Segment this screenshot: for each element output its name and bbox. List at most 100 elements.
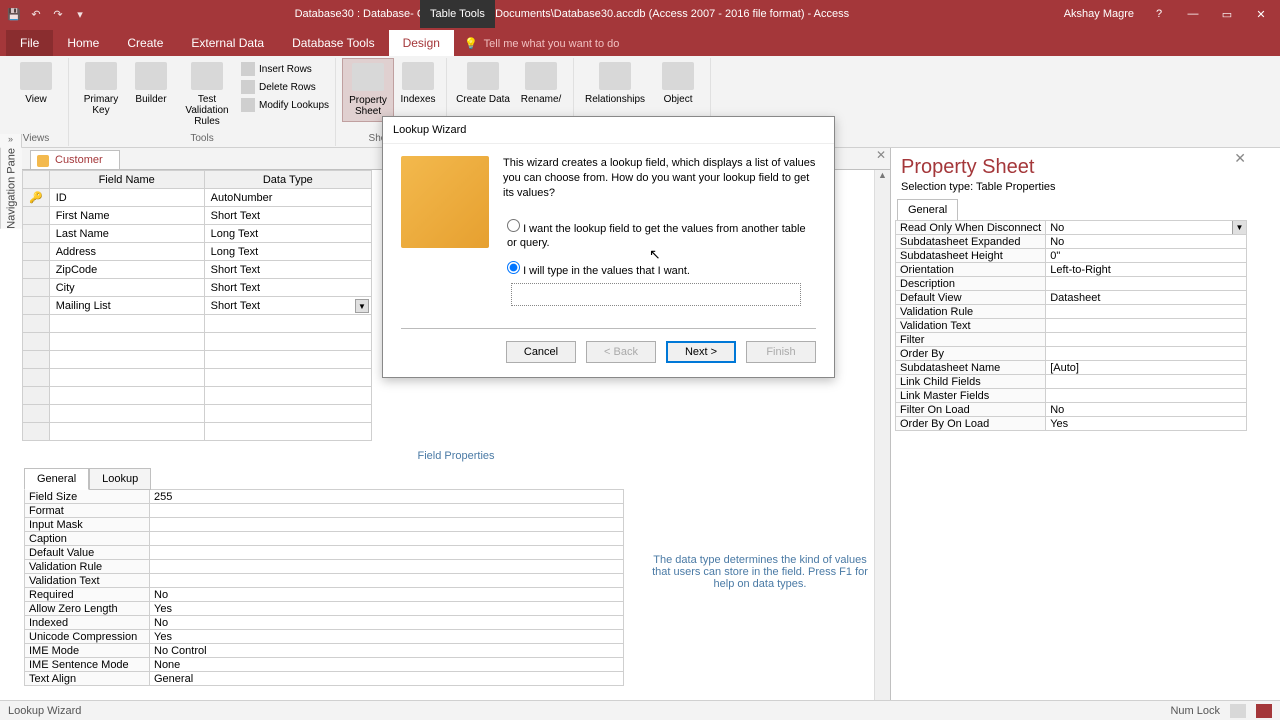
propsheet-tab-general[interactable]: General (897, 199, 958, 220)
property-row[interactable]: IME ModeNo Control (25, 644, 624, 658)
table-row[interactable]: Mailing List Short Text▼ (23, 297, 372, 315)
chevron-down-icon[interactable]: ▼ (1232, 221, 1246, 234)
next-button[interactable]: Next > (666, 341, 736, 363)
property-row[interactable]: Field Size255 (25, 490, 624, 504)
propsheet-close-icon[interactable]: ✕ (1234, 150, 1246, 167)
property-value[interactable]: No (150, 588, 624, 602)
property-row[interactable]: Text AlignGeneral (25, 672, 624, 686)
property-value[interactable] (150, 560, 624, 574)
table-row[interactable]: 🔑 ID AutoNumber (23, 189, 372, 207)
navigation-pane[interactable]: Navigation Pane (0, 148, 22, 229)
design-view-icon[interactable] (1256, 704, 1272, 718)
propsheet-value[interactable]: No▼ (1046, 221, 1247, 235)
restore-icon[interactable]: ▭ (1212, 8, 1242, 21)
wizard-values-input[interactable] (511, 283, 801, 306)
propsheet-row[interactable]: Validation Rule (896, 305, 1247, 319)
fp-tab-general[interactable]: General (24, 468, 89, 490)
modify-lookups-button[interactable]: Modify Lookups (241, 98, 329, 112)
propsheet-value[interactable] (1046, 333, 1247, 347)
propsheet-value[interactable]: No (1046, 403, 1247, 417)
property-row[interactable]: Validation Text (25, 574, 624, 588)
property-value[interactable] (150, 532, 624, 546)
property-row[interactable]: RequiredNo (25, 588, 624, 602)
property-value[interactable]: General (150, 672, 624, 686)
propsheet-value[interactable]: Yes (1046, 417, 1247, 431)
property-row[interactable]: Input Mask (25, 518, 624, 532)
field-properties-grid[interactable]: Field Size255FormatInput MaskCaptionDefa… (24, 489, 624, 686)
object-button[interactable]: Object (652, 58, 704, 109)
user-name[interactable]: Akshay Magre (1054, 8, 1144, 20)
propsheet-value[interactable]: [Auto] (1046, 361, 1247, 375)
property-row[interactable]: Format (25, 504, 624, 518)
field-name-cell[interactable]: ZipCode (49, 261, 204, 279)
property-value[interactable]: Yes (150, 630, 624, 644)
data-type-cell[interactable]: Short Text (204, 279, 371, 297)
data-type-cell[interactable]: AutoNumber (204, 189, 371, 207)
tab-file[interactable]: File (6, 30, 53, 56)
indexes-button[interactable]: Indexes (396, 58, 440, 109)
tab-external-data[interactable]: External Data (177, 30, 278, 56)
save-icon[interactable]: 💾 (4, 4, 24, 24)
property-value[interactable]: No (150, 616, 624, 630)
property-value[interactable]: No Control (150, 644, 624, 658)
propsheet-row[interactable]: Validation Text (896, 319, 1247, 333)
propsheet-row[interactable]: Subdatasheet Height0" (896, 249, 1247, 263)
view-button[interactable]: View (10, 58, 62, 109)
propsheet-row[interactable]: Subdatasheet ExpandedNo (896, 235, 1247, 249)
create-data-button[interactable]: Create Data (453, 58, 513, 109)
tab-create[interactable]: Create (113, 30, 177, 56)
table-row[interactable]: City Short Text (23, 279, 372, 297)
propsheet-value[interactable]: No (1046, 235, 1247, 249)
row-selector[interactable] (23, 243, 50, 261)
row-selector[interactable] (23, 279, 50, 297)
test-validation-button[interactable]: Test Validation Rules (175, 58, 239, 131)
property-value[interactable] (150, 574, 624, 588)
wizard-option-table-query[interactable]: I want the lookup field to get the value… (503, 219, 816, 252)
qat-dropdown-icon[interactable]: ▾ (70, 4, 90, 24)
close-icon[interactable]: ✕ (1246, 8, 1276, 21)
scroll-up-icon[interactable]: ▲ (875, 170, 890, 186)
field-name-cell[interactable]: Last Name (49, 225, 204, 243)
table-row[interactable]: Last Name Long Text (23, 225, 372, 243)
row-selector[interactable]: 🔑 (23, 189, 50, 207)
radio-option-table[interactable] (507, 219, 520, 232)
tab-design[interactable]: Design (389, 30, 454, 56)
data-type-cell[interactable]: Short Text (204, 207, 371, 225)
row-selector[interactable] (23, 261, 50, 279)
property-row[interactable]: Allow Zero LengthYes (25, 602, 624, 616)
propsheet-row[interactable]: Read Only When DisconnectNo▼ (896, 221, 1247, 235)
property-row[interactable]: IndexedNo (25, 616, 624, 630)
data-type-cell[interactable]: Short Text▼ (204, 297, 371, 315)
property-value[interactable] (150, 504, 624, 518)
propsheet-grid[interactable]: Read Only When DisconnectNo▼Subdatasheet… (895, 220, 1247, 431)
table-row[interactable]: Address Long Text (23, 243, 372, 261)
builder-button[interactable]: Builder (129, 58, 173, 109)
minimize-icon[interactable]: — (1178, 8, 1208, 21)
tab-database-tools[interactable]: Database Tools (278, 30, 389, 56)
radio-option-type[interactable] (507, 261, 520, 274)
propsheet-value[interactable]: Datasheet (1046, 291, 1247, 305)
datasheet-view-icon[interactable] (1230, 704, 1246, 718)
field-name-cell[interactable]: Mailing List (49, 297, 204, 315)
propsheet-value[interactable] (1046, 375, 1247, 389)
property-row[interactable]: Validation Rule (25, 560, 624, 574)
rename-button[interactable]: Rename/ (515, 58, 567, 109)
property-row[interactable]: IME Sentence ModeNone (25, 658, 624, 672)
data-type-cell[interactable]: Long Text (204, 225, 371, 243)
propsheet-value[interactable] (1046, 347, 1247, 361)
propsheet-row[interactable]: OrientationLeft-to-Right (896, 263, 1247, 277)
propsheet-row[interactable]: Subdatasheet Name[Auto] (896, 361, 1247, 375)
field-name-cell[interactable]: City (49, 279, 204, 297)
property-value[interactable]: 255 (150, 490, 624, 504)
field-name-cell[interactable]: First Name (49, 207, 204, 225)
property-value[interactable] (150, 518, 624, 532)
chevron-down-icon[interactable]: ▼ (355, 299, 369, 313)
property-row[interactable]: Unicode CompressionYes (25, 630, 624, 644)
row-selector[interactable] (23, 297, 50, 315)
property-row[interactable]: Caption (25, 532, 624, 546)
property-value[interactable] (150, 546, 624, 560)
navpane-expand-icon[interactable]: » (0, 134, 22, 148)
table-row[interactable]: First Name Short Text (23, 207, 372, 225)
property-row[interactable]: Default Value (25, 546, 624, 560)
table-tab-customer[interactable]: Customer (30, 150, 120, 169)
